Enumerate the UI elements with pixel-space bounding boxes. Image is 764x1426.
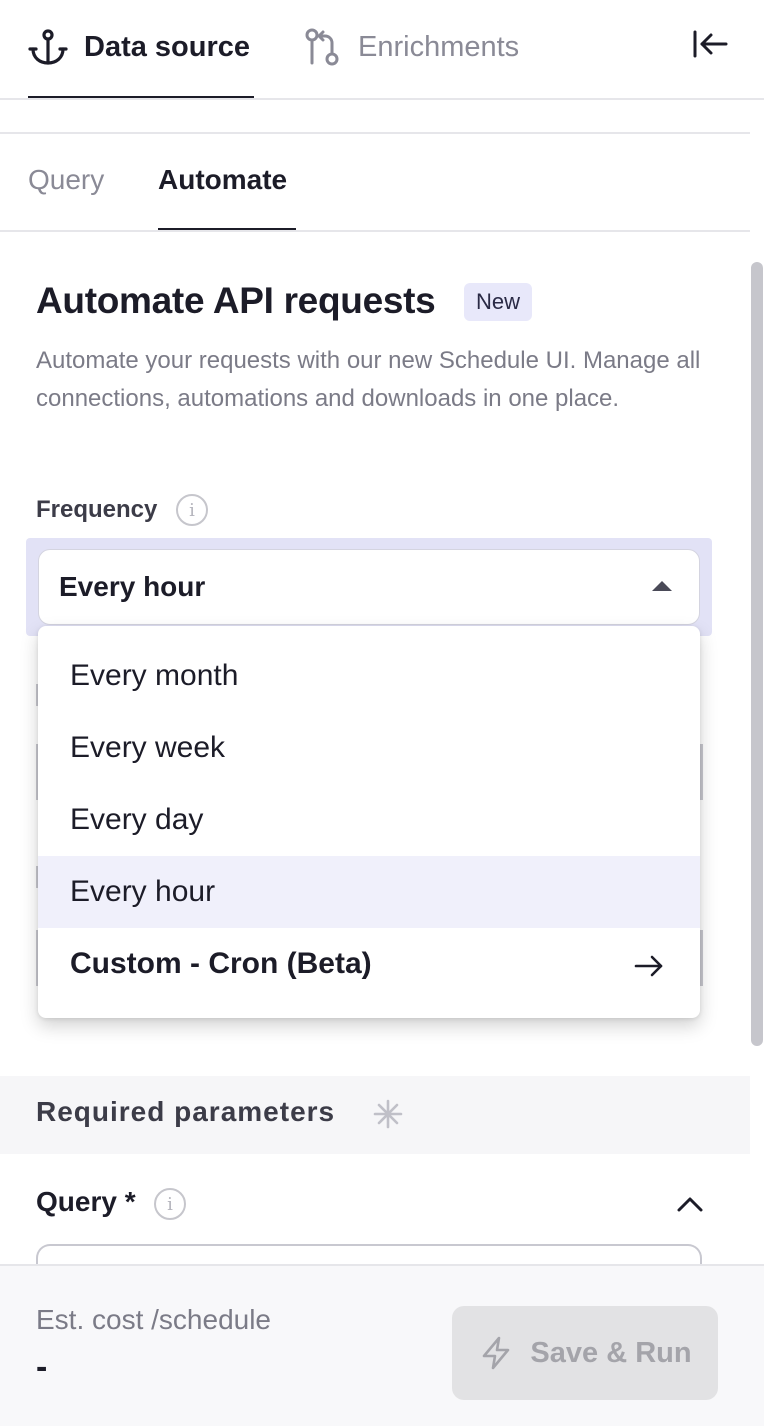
hidden-content-fragment	[700, 930, 703, 986]
option-every-hour[interactable]: Every hour	[38, 856, 700, 928]
top-tab-bar: Data source Enrichments	[0, 0, 764, 100]
hidden-content-fragment	[700, 744, 703, 800]
chevron-up-icon[interactable]	[674, 1190, 706, 1218]
option-label: Every hour	[70, 875, 216, 908]
query-label: Query *	[36, 1186, 136, 1217]
collapse-left-icon	[692, 29, 728, 64]
anchor-icon	[28, 27, 68, 67]
git-pull-request-icon	[302, 27, 342, 67]
option-label: Every month	[70, 659, 239, 692]
option-label: Custom - Cron (Beta)	[70, 947, 372, 980]
tab-data-source[interactable]: Data source	[28, 26, 250, 68]
option-custom-cron[interactable]: Custom - Cron (Beta)	[38, 928, 700, 1000]
collapse-panel-button[interactable]	[690, 26, 730, 66]
subtab-query[interactable]: Query	[28, 164, 104, 196]
frequency-label: Frequency	[36, 496, 158, 523]
cost-value: -	[36, 1348, 48, 1386]
caret-up-icon	[652, 581, 672, 591]
frequency-select-value: Every hour	[59, 571, 206, 602]
save-and-run-button[interactable]: Save & Run	[452, 1306, 718, 1400]
frequency-dropdown-menu: Every month Every week Every day Every h…	[38, 626, 700, 1018]
save-and-run-label: Save & Run	[530, 1336, 692, 1369]
tab-data-source-label: Data source	[84, 30, 251, 63]
new-badge: New	[464, 283, 533, 321]
frequency-select[interactable]: Every hour	[38, 549, 700, 625]
page-description: Automate your requests with our new Sche…	[36, 347, 701, 412]
asterisk-icon	[372, 1098, 404, 1130]
lightning-icon	[478, 1335, 514, 1371]
info-icon[interactable]: i	[154, 1188, 186, 1220]
page-title: Automate API requests	[36, 280, 436, 321]
option-label: Every week	[70, 731, 226, 764]
arrow-right-icon	[634, 952, 664, 977]
option-label: Every day	[70, 803, 204, 836]
required-parameters-title: Required parameters	[36, 1096, 336, 1127]
option-every-week[interactable]: Every week	[38, 712, 700, 784]
info-icon[interactable]: i	[176, 494, 208, 526]
tab-enrichments-label: Enrichments	[358, 30, 520, 63]
cost-label: Est. cost /schedule	[36, 1304, 272, 1335]
option-every-day[interactable]: Every day	[38, 784, 700, 856]
active-tab-indicator	[28, 96, 254, 98]
divider	[0, 230, 750, 232]
tab-enrichments[interactable]: Enrichments	[302, 26, 519, 68]
subtab-automate[interactable]: Automate	[158, 164, 287, 196]
divider	[0, 132, 750, 134]
scrollbar[interactable]	[751, 262, 763, 1046]
option-every-month[interactable]: Every month	[38, 640, 700, 712]
